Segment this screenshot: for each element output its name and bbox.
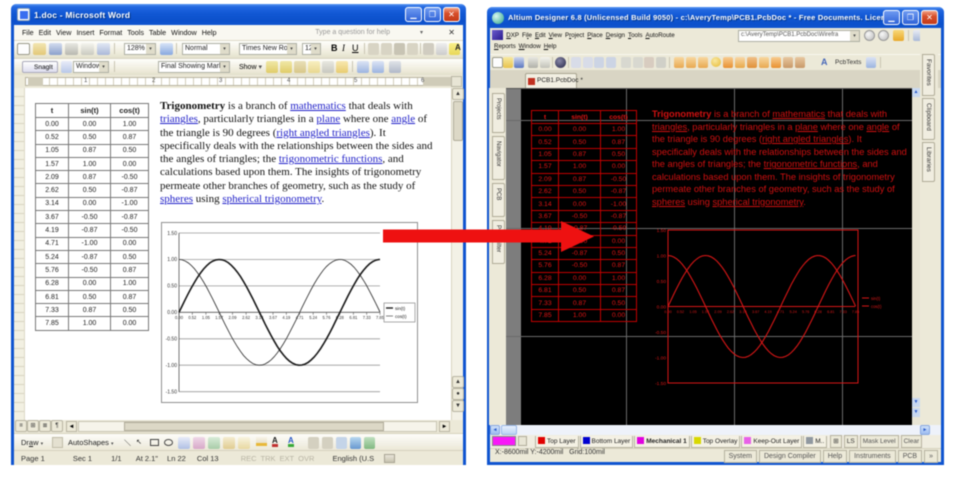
svg-text:cos(t): cos(t) xyxy=(871,304,882,309)
svg-text:4.19: 4.19 xyxy=(282,315,291,320)
svg-text:sin(t): sin(t) xyxy=(871,296,881,301)
svg-text:0.50: 0.50 xyxy=(657,279,667,285)
svg-text:5.24: 5.24 xyxy=(309,315,318,320)
svg-text:5.76: 5.76 xyxy=(323,315,332,320)
svg-text:cos(t): cos(t) xyxy=(395,314,407,319)
svg-text:0.00: 0.00 xyxy=(175,315,184,320)
svg-text:1.50: 1.50 xyxy=(657,228,667,234)
svg-text:4.19: 4.19 xyxy=(764,310,771,314)
svg-text:7.85: 7.85 xyxy=(376,315,385,320)
svg-text:-1.00: -1.00 xyxy=(166,363,178,369)
svg-text:5.76: 5.76 xyxy=(802,310,809,314)
svg-text:0.52: 0.52 xyxy=(677,310,684,314)
svg-text:sin(t): sin(t) xyxy=(395,306,406,311)
svg-text:6.81: 6.81 xyxy=(349,315,358,320)
svg-text:1.00: 1.00 xyxy=(657,253,667,259)
svg-text:0.50: 0.50 xyxy=(167,284,177,290)
svg-text:1.05: 1.05 xyxy=(689,310,696,314)
svg-text:7.85: 7.85 xyxy=(852,310,859,314)
svg-text:2.09: 2.09 xyxy=(229,315,238,320)
svg-text:7.33: 7.33 xyxy=(840,310,847,314)
svg-text:0.52: 0.52 xyxy=(188,315,197,320)
svg-text:2.62: 2.62 xyxy=(242,315,251,320)
svg-text:-0.50: -0.50 xyxy=(166,337,178,343)
svg-text:2.09: 2.09 xyxy=(714,310,721,314)
svg-text:1.05: 1.05 xyxy=(202,315,211,320)
svg-text:6.81: 6.81 xyxy=(827,310,834,314)
svg-text:3.67: 3.67 xyxy=(752,310,759,314)
svg-text:-1.50: -1.50 xyxy=(166,390,178,396)
svg-text:-1.00: -1.00 xyxy=(655,355,666,361)
svg-text:-1.50: -1.50 xyxy=(655,381,666,387)
svg-text:7.33: 7.33 xyxy=(363,315,372,320)
svg-text:2.62: 2.62 xyxy=(727,310,734,314)
svg-text:0.00: 0.00 xyxy=(664,310,671,314)
svg-text:1.00: 1.00 xyxy=(167,257,177,263)
svg-text:-0.50: -0.50 xyxy=(655,330,666,336)
svg-text:3.67: 3.67 xyxy=(269,315,278,320)
svg-text:5.24: 5.24 xyxy=(790,310,797,314)
svg-text:1.50: 1.50 xyxy=(167,231,177,237)
